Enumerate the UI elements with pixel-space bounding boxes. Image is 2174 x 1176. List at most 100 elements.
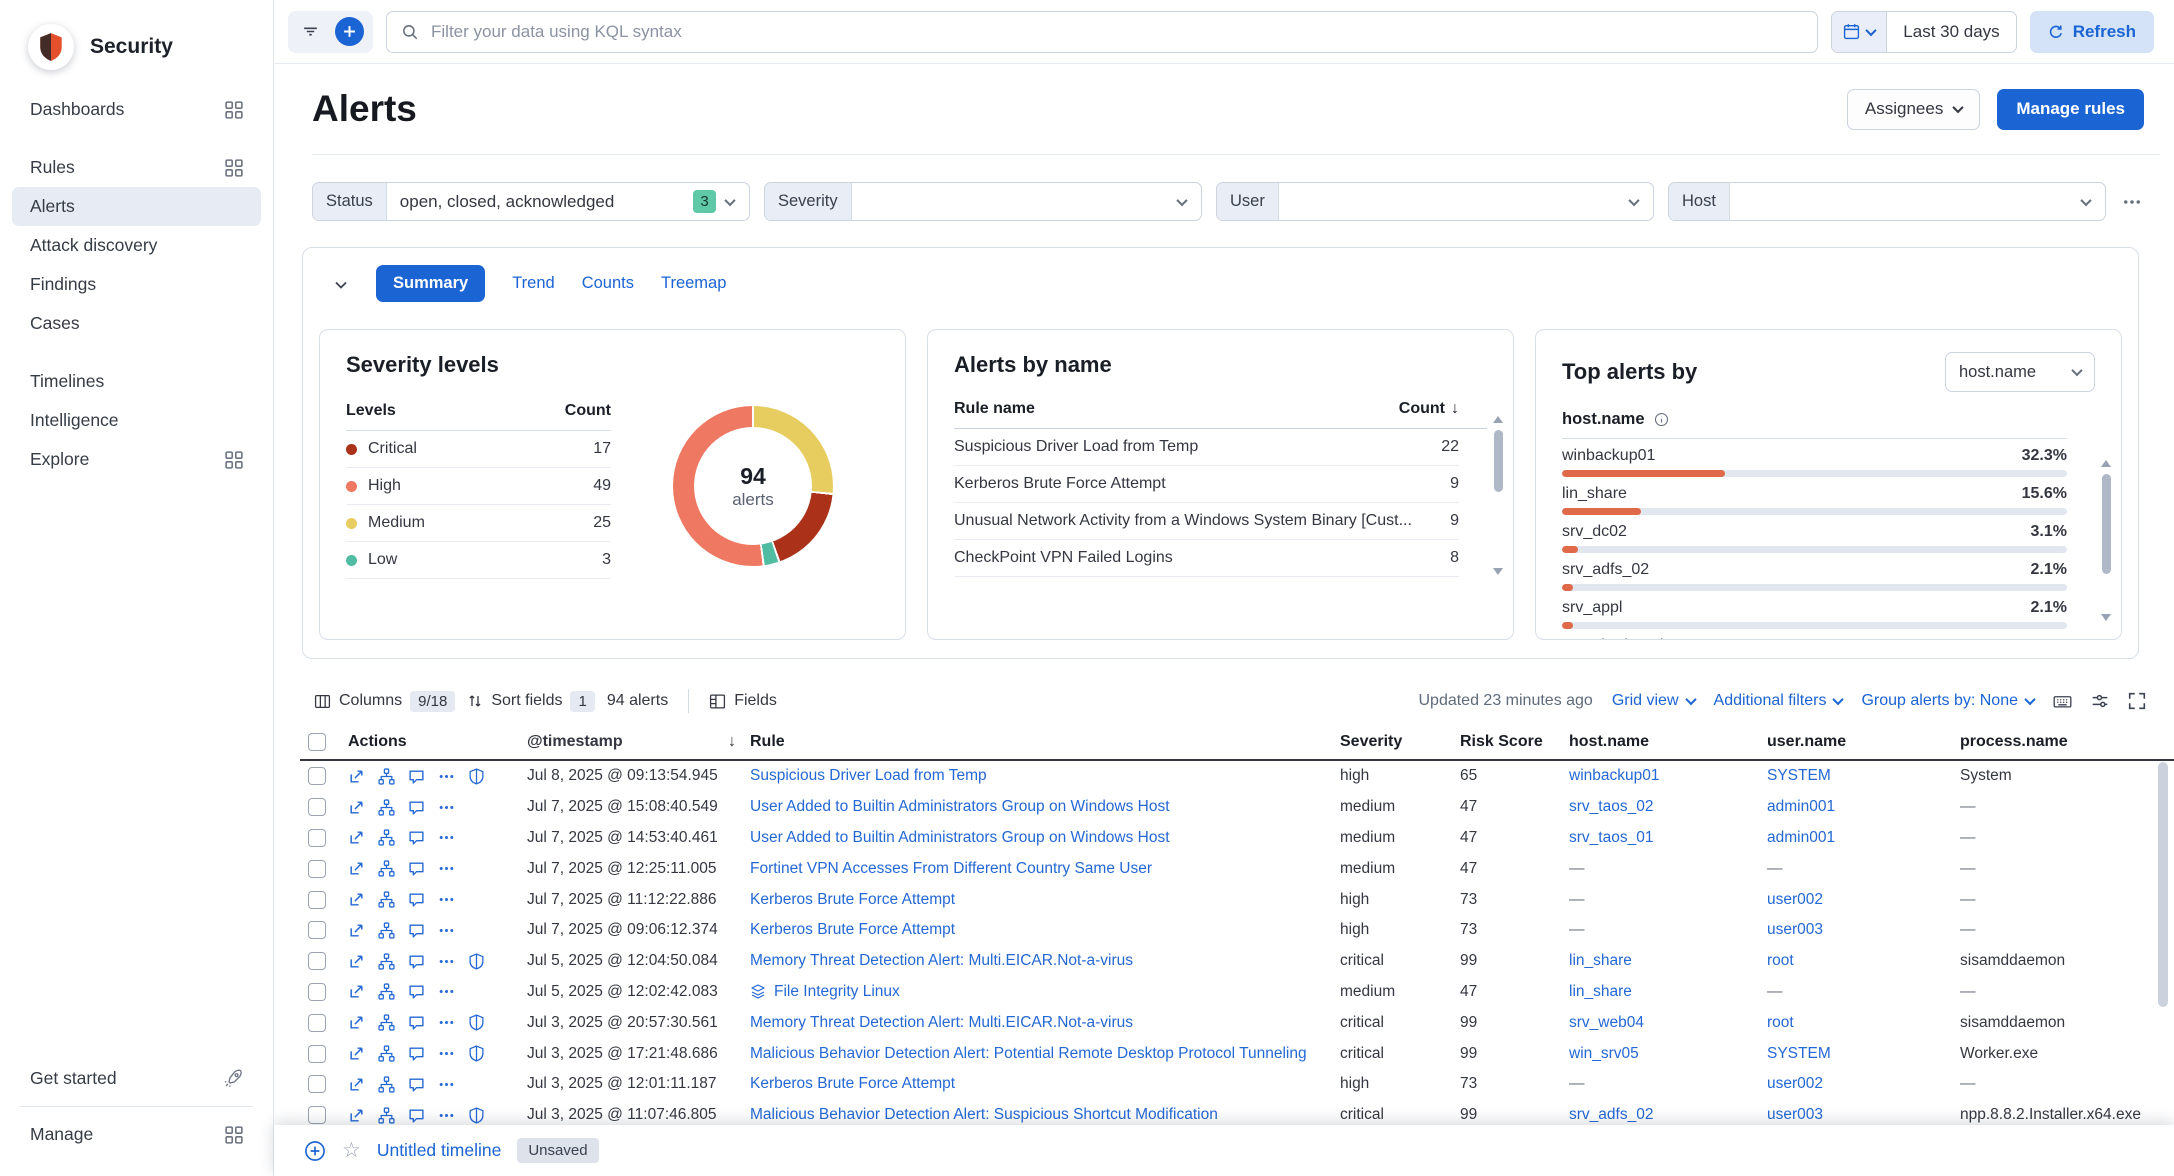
scroll-up-icon[interactable] [2101,460,2111,467]
filter-icon[interactable] [297,23,323,40]
comment-icon[interactable] [408,860,425,877]
top-alerts-field-select[interactable]: host.name [1945,352,2095,392]
collapse-chevron-icon[interactable] [333,274,349,293]
alert-host[interactable]: lin_share [1569,983,1767,1001]
favorite-star-icon[interactable]: ☆ [342,1140,361,1161]
timeline-title-link[interactable]: Untitled timeline [377,1140,502,1161]
alert-user[interactable]: user002 [1767,891,1960,909]
analyzer-icon[interactable] [378,1045,395,1062]
alert-host[interactable]: lin_share [1569,952,1767,970]
more-actions-icon[interactable] [438,922,455,939]
severity-row[interactable]: High 49 [346,468,611,505]
rule-link[interactable]: File Integrity Linux [774,983,900,1001]
comment-icon[interactable] [408,983,425,1000]
rule-link[interactable]: Suspicious Driver Load from Temp [750,767,987,785]
alert-user[interactable]: user003 [1767,921,1960,939]
more-actions-icon[interactable] [438,891,455,908]
analyzer-icon[interactable] [378,983,395,1000]
scroll-down-icon[interactable] [1493,568,1503,575]
filter-host[interactable]: Host [1668,182,2106,221]
alert-user[interactable]: root [1767,952,1960,970]
tab-treemap[interactable]: Treemap [661,274,726,293]
top-alert-row[interactable]: srv_appl 2.1% [1562,591,2067,629]
comment-icon[interactable] [408,768,425,785]
row-checkbox[interactable] [308,1014,326,1032]
add-filter-button[interactable] [335,17,364,46]
sidebar-item-manage[interactable]: Manage [12,1115,261,1154]
more-actions-icon[interactable] [438,1107,455,1124]
comment-icon[interactable] [408,922,425,939]
expand-alert-icon[interactable] [348,768,365,785]
expand-alert-icon[interactable] [348,1107,365,1124]
alert-host[interactable]: winbackup01 [1569,767,1767,785]
analyzer-icon[interactable] [378,891,395,908]
rule-link[interactable]: Memory Threat Detection Alert: Multi.EIC… [750,952,1133,970]
row-checkbox[interactable] [308,767,326,785]
column-host-name[interactable]: host.name [1569,733,1767,751]
alert-user[interactable]: admin001 [1767,829,1960,847]
analyzer-icon[interactable] [378,1107,395,1124]
top-alert-row[interactable]: srv_dc02 3.1% [1562,515,2067,553]
comment-icon[interactable] [408,891,425,908]
count-sort-header[interactable]: Count ↓ [1399,400,1459,418]
alert-host[interactable]: srv_web04 [1569,1014,1767,1032]
alert-user[interactable]: root [1767,1014,1960,1032]
sort-fields-button[interactable]: Sort fields 1 [467,691,594,712]
add-timeline-icon[interactable] [304,1140,326,1162]
select-all-checkbox[interactable] [308,733,326,751]
assignees-button[interactable]: Assignees [1847,89,1980,130]
display-options-icon[interactable] [2091,692,2109,710]
sidebar-item-rules[interactable]: Rules [12,148,261,187]
alert-user[interactable]: user003 [1767,1106,1960,1124]
comment-icon[interactable] [408,1107,425,1124]
top-alert-row[interactable]: wuerth-phoenix 2.1% [1562,629,2067,640]
alert-user[interactable]: SYSTEM [1767,1045,1960,1063]
analyzer-icon[interactable] [378,1076,395,1093]
comment-icon[interactable] [408,1014,425,1031]
more-filters-icon[interactable] [2120,192,2144,212]
top-alert-row[interactable]: winbackup01 32.3% [1562,439,2067,477]
expand-alert-icon[interactable] [348,983,365,1000]
tab-trend[interactable]: Trend [512,274,555,293]
calendar-icon[interactable] [1832,12,1887,52]
more-actions-icon[interactable] [438,1076,455,1093]
tab-summary[interactable]: Summary [376,265,485,302]
sidebar-item-get-started[interactable]: Get started [12,1059,261,1098]
fullscreen-icon[interactable] [2128,692,2146,710]
comment-icon[interactable] [408,829,425,846]
more-actions-icon[interactable] [438,953,455,970]
severity-row[interactable]: Critical 17 [346,431,611,468]
column-user-name[interactable]: user.name [1767,733,1960,751]
row-checkbox[interactable] [308,983,326,1001]
keyboard-shortcuts-icon[interactable] [2053,692,2072,711]
alert-user[interactable]: SYSTEM [1767,767,1960,785]
row-checkbox[interactable] [308,1106,326,1124]
kql-search-input[interactable] [429,21,1803,43]
rule-link[interactable]: Memory Threat Detection Alert: Multi.EIC… [750,1014,1133,1032]
sidebar-item-cases[interactable]: Cases [12,304,261,343]
comment-icon[interactable] [408,1076,425,1093]
tab-counts[interactable]: Counts [582,274,634,293]
sidebar-item-attack-discovery[interactable]: Attack discovery [12,226,261,265]
sidebar-item-intelligence[interactable]: Intelligence [12,401,261,440]
rule-link[interactable]: Malicious Behavior Detection Alert: Pote… [750,1045,1307,1063]
kql-search-bar[interactable] [386,11,1818,53]
alert-host[interactable]: srv_taos_02 [1569,798,1767,816]
rule-link[interactable]: Kerberos Brute Force Attempt [750,921,955,939]
alerts-by-name-row[interactable]: Kerberos Brute Force Attempt 9 [954,466,1459,503]
comment-icon[interactable] [408,953,425,970]
expand-alert-icon[interactable] [348,922,365,939]
alert-host[interactable]: srv_adfs_02 [1569,1106,1767,1124]
rule-link[interactable]: Kerberos Brute Force Attempt [750,891,955,909]
row-checkbox[interactable] [308,860,326,878]
scroll-up-icon[interactable] [1493,416,1503,423]
analyzer-icon[interactable] [378,829,395,846]
comment-icon[interactable] [408,799,425,816]
column-rule[interactable]: Rule [750,733,1340,751]
row-checkbox[interactable] [308,891,326,909]
analyzer-icon[interactable] [378,799,395,816]
filter-severity[interactable]: Severity [764,182,1202,221]
filter-user[interactable]: User [1216,182,1654,221]
more-actions-icon[interactable] [438,1045,455,1062]
sidebar-item-findings[interactable]: Findings [12,265,261,304]
